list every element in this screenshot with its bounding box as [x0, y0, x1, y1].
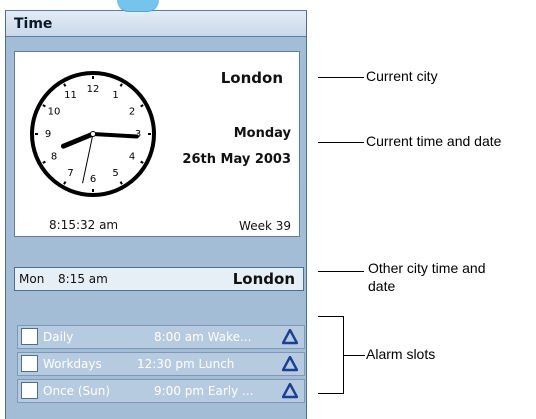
- clock-tick: [140, 104, 144, 108]
- callout-bracket-bottom: [318, 393, 344, 394]
- clock-center: [90, 131, 96, 137]
- callout-current-city: Current city: [366, 68, 438, 84]
- callout-line-current-time: [318, 142, 364, 143]
- other-city-name: London: [232, 270, 295, 288]
- current-city: London: [220, 69, 283, 87]
- clock-numeral: 10: [48, 107, 61, 118]
- week-number: Week 39: [239, 219, 291, 233]
- alarm-checkbox[interactable]: [21, 355, 38, 372]
- clock-numeral: 11: [64, 90, 77, 101]
- callout-alarm-slots: Alarm slots: [366, 346, 436, 362]
- clock-numeral: 6: [90, 174, 96, 185]
- clock-tick: [119, 181, 123, 185]
- callout-line-alarm: [343, 355, 365, 356]
- clock-numeral: 1: [112, 90, 118, 101]
- callout-line-current-city: [318, 77, 364, 78]
- alarm-slot-1[interactable]: Daily 8:00 am Wake...: [17, 325, 305, 349]
- clock-numeral: 5: [112, 168, 118, 179]
- alarm-repeat: Daily: [43, 330, 74, 344]
- clock-tick: [140, 160, 144, 164]
- clock-tick: [42, 104, 46, 108]
- alarm-checkbox[interactable]: [21, 382, 38, 399]
- alarm-repeat: Workdays: [43, 357, 102, 371]
- time-app-panel: Time 12 1 2 3 4 5 6 7 8 9 10 11 8:15:32 am Week 39 …: [5, 10, 307, 419]
- alarm-time-description: 8:00 am Wake...: [154, 330, 252, 344]
- callout-current-time-date: Current time and date: [366, 133, 502, 149]
- top-tab-decoration: [117, 0, 159, 12]
- analog-clock: 121234567891011: [30, 71, 156, 197]
- other-city-day: Mon: [19, 272, 45, 286]
- alarm-slot-2[interactable]: Workdays 12:30 pm Lunch: [17, 352, 305, 376]
- other-city-time: 8:15 am: [58, 272, 108, 286]
- minute-hand: [91, 132, 139, 139]
- app-title: Time: [14, 16, 53, 32]
- alarm-checkbox[interactable]: [21, 328, 38, 345]
- clock-tick: [119, 83, 123, 87]
- clock-numeral: 2: [129, 107, 135, 118]
- alarm-time-description: 12:30 pm Lunch: [137, 357, 235, 371]
- current-date: 26th May 2003: [182, 152, 291, 167]
- alarm-bell-icon: [282, 383, 298, 399]
- current-city-clock-card[interactable]: 12 1 2 3 4 5 6 7 8 9 10 11 8:15:32 am Week 39 Londo…: [14, 51, 300, 237]
- clock-numeral: 7: [67, 168, 73, 179]
- clock-numeral: 9: [45, 129, 51, 140]
- callout-bracket-top: [318, 316, 344, 317]
- clock-numeral: 8: [51, 152, 57, 163]
- alarm-bell-icon: [282, 356, 298, 372]
- alarm-bell-icon: [282, 329, 298, 345]
- other-city-bar[interactable]: Mon 8:15 am London: [14, 267, 304, 291]
- digital-time: 8:15:32 am: [49, 218, 119, 232]
- alarm-time-description: 9:00 pm Early ...: [154, 384, 254, 398]
- callout-line-other-city: [318, 271, 364, 272]
- callout-other-city-line2: date: [368, 278, 396, 294]
- clock-tick: [42, 160, 46, 164]
- current-day: Monday: [233, 126, 291, 141]
- clock-numeral: 12: [87, 84, 100, 95]
- callout-other-city-line1: Other city time and: [368, 260, 486, 276]
- clock-tick: [63, 83, 67, 87]
- alarm-repeat: Once (Sun): [43, 384, 111, 398]
- alarm-slot-3[interactable]: Once (Sun) 9:00 pm Early ...: [17, 379, 305, 403]
- clock-tick: [63, 181, 67, 185]
- title-bar: Time: [6, 10, 306, 37]
- clock-numeral: 4: [129, 152, 135, 163]
